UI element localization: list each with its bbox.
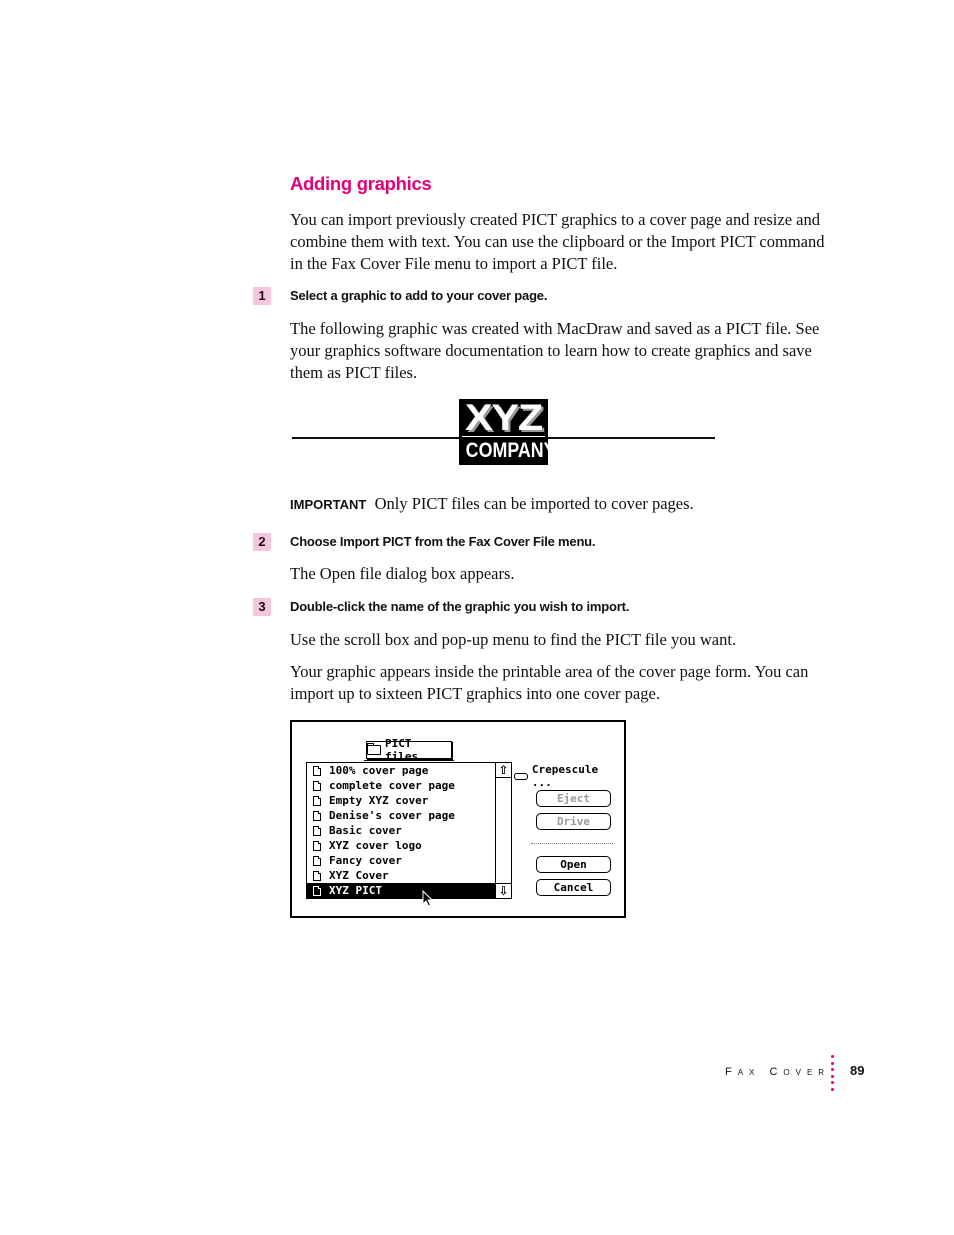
eject-button[interactable]: Eject bbox=[536, 790, 611, 807]
disk-icon bbox=[514, 772, 528, 780]
logo-divider bbox=[462, 436, 545, 437]
logo-xyz-text: XYZ bbox=[464, 397, 543, 438]
step-body: The Open file dialog box appears. bbox=[290, 564, 515, 583]
step-body-continued: Your graphic appears inside the printabl… bbox=[290, 662, 809, 703]
open-button[interactable]: Open bbox=[536, 856, 611, 873]
scroll-down-arrow-icon[interactable]: ⇩ bbox=[496, 883, 511, 898]
important-label: IMPORTANT bbox=[290, 497, 367, 512]
step-number-badge: 3 bbox=[253, 598, 271, 616]
footer-dotted-divider bbox=[831, 1055, 834, 1095]
logo-company-text: COMPANY bbox=[465, 439, 556, 462]
scroll-up-arrow-icon[interactable]: ⇧ bbox=[496, 763, 511, 778]
document-icon bbox=[313, 765, 321, 776]
file-list-item[interactable]: Empty XYZ cover bbox=[307, 793, 495, 808]
drive-button[interactable]: Drive bbox=[536, 813, 611, 830]
logo-rule-right bbox=[546, 437, 715, 439]
file-list[interactable]: 100% cover page complete cover page Empt… bbox=[306, 762, 512, 899]
file-list-item-selected[interactable]: XYZ PICT bbox=[307, 883, 495, 898]
open-file-dialog: PICT files 100% cover page complete cove… bbox=[290, 720, 626, 918]
disk-name: Crepescule ... bbox=[531, 763, 599, 789]
button-divider bbox=[531, 843, 613, 844]
logo-rule-left bbox=[292, 437, 460, 439]
important-note: IMPORTANT Only PICT files can be importe… bbox=[290, 493, 830, 516]
page-number: 89 bbox=[850, 1063, 865, 1078]
document-icon bbox=[313, 885, 321, 896]
file-list-item[interactable]: 100% cover page bbox=[307, 763, 495, 778]
file-list-item[interactable]: complete cover page bbox=[307, 778, 495, 793]
document-icon bbox=[313, 870, 321, 881]
step-number-badge: 1 bbox=[253, 287, 271, 305]
folder-popup-menu[interactable]: PICT files bbox=[366, 737, 452, 763]
document-icon bbox=[313, 780, 321, 791]
file-list-scrollbar[interactable]: ⇧ ⇩ bbox=[495, 763, 511, 898]
document-icon bbox=[313, 840, 321, 851]
step-number-badge: 2 bbox=[253, 533, 271, 551]
step-instruction: Double-click the name of the graphic you… bbox=[290, 599, 630, 614]
mouse-pointer-icon bbox=[422, 890, 434, 907]
intro-paragraph: You can import previously created PICT g… bbox=[290, 210, 825, 273]
document-icon bbox=[313, 825, 321, 836]
document-icon bbox=[313, 855, 321, 866]
footer-chapter-label: Fax Cover bbox=[725, 1066, 831, 1078]
step-instruction: Select a graphic to add to your cover pa… bbox=[290, 288, 548, 303]
xyz-company-logo: XYZ COMPANY bbox=[459, 399, 556, 465]
file-list-item[interactable]: XYZ cover logo bbox=[307, 838, 495, 853]
step-body: Use the scroll box and pop-up menu to fi… bbox=[290, 630, 737, 649]
folder-icon bbox=[367, 743, 381, 755]
section-heading: Adding graphics bbox=[290, 173, 432, 194]
step-instruction: Choose Import PICT from the Fax Cover Fi… bbox=[290, 534, 596, 549]
file-list-item[interactable]: XYZ Cover bbox=[307, 868, 495, 883]
file-list-item[interactable]: Fancy cover bbox=[307, 853, 495, 868]
disk-name-row: Crepescule ... bbox=[514, 763, 624, 789]
step-body: The following graphic was created with M… bbox=[290, 319, 820, 382]
document-icon bbox=[313, 810, 321, 821]
document-icon bbox=[313, 795, 321, 806]
popup-underline bbox=[364, 760, 454, 761]
important-text: Only PICT files can be imported to cover… bbox=[374, 494, 694, 513]
cancel-button[interactable]: Cancel bbox=[536, 879, 611, 896]
file-list-item[interactable]: Basic cover bbox=[307, 823, 495, 838]
file-list-item[interactable]: Denise's cover page bbox=[307, 808, 495, 823]
